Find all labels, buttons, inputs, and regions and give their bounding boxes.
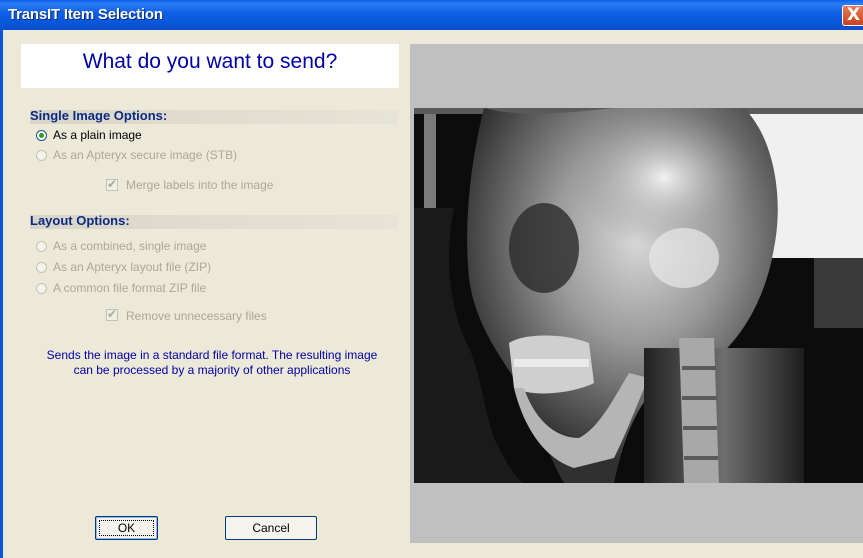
image-preview-panel	[410, 44, 863, 543]
transit-item-selection-dialog: TransIT Item Selection X What do you wan…	[0, 0, 863, 558]
combined-image-radio	[36, 241, 47, 252]
cancel-button[interactable]: Cancel	[225, 516, 317, 540]
plain-image-label[interactable]: As a plain image	[53, 128, 142, 142]
layout-options-header: Layout Options:	[30, 213, 398, 229]
secure-image-label: As an Apteryx secure image (STB)	[53, 148, 238, 162]
cephalometric-xray-icon	[414, 108, 863, 483]
radio-selected-dot	[39, 133, 44, 138]
checkmark-icon: ✔	[107, 177, 118, 191]
preview-top-margin	[410, 44, 863, 108]
window-frame-left	[0, 30, 3, 558]
checkmark-icon: ✔	[107, 307, 118, 321]
remove-files-label: Remove unnecessary files	[126, 309, 267, 323]
plain-image-radio[interactable]	[36, 130, 47, 141]
option-description: Sends the image in a standard file forma…	[26, 348, 398, 378]
layout-file-radio	[36, 262, 47, 273]
layout-file-label: As an Apteryx layout file (ZIP)	[53, 260, 212, 274]
ok-button[interactable]: OK	[95, 516, 158, 540]
description-line-2: can be processed by a majority of other …	[73, 363, 351, 377]
secure-image-radio	[36, 150, 47, 161]
question-text: What do you want to send?	[82, 50, 338, 73]
xray-image	[414, 108, 863, 483]
description-line-1: Sends the image in a standard file forma…	[46, 348, 378, 362]
remove-files-checkbox: ✔	[106, 307, 118, 321]
common-zip-radio	[36, 283, 47, 294]
question-header: What do you want to send?	[21, 44, 399, 88]
merge-labels-checkbox: ✔	[106, 177, 118, 191]
merge-labels-label: Merge labels into the image	[126, 178, 274, 192]
common-zip-label: A common file format ZIP file	[53, 281, 207, 295]
close-button[interactable]: X	[842, 5, 863, 26]
layout-options-title: Layout Options:	[30, 213, 130, 228]
single-image-options-header: Single Image Options:	[30, 108, 398, 124]
single-image-options-title: Single Image Options:	[30, 108, 168, 123]
title-bar[interactable]: TransIT Item Selection X	[0, 0, 863, 30]
window-title: TransIT Item Selection	[8, 6, 163, 23]
close-icon: X	[847, 5, 861, 25]
combined-image-label: As a combined, single image	[53, 239, 207, 253]
